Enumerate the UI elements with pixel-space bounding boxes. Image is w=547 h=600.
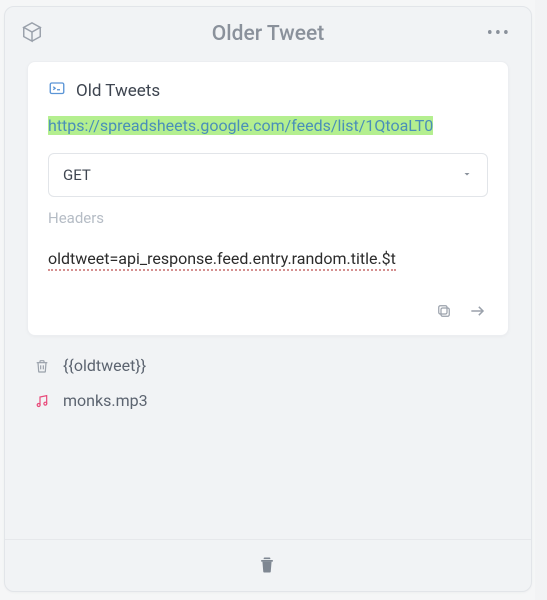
card-title: Old Tweets bbox=[76, 81, 160, 101]
chevron-down-icon bbox=[461, 166, 473, 184]
panel-body: Old Tweets https://spreadsheets.google.c… bbox=[5, 61, 531, 539]
cube-icon bbox=[21, 21, 43, 47]
headers-field[interactable]: Headers bbox=[48, 209, 488, 227]
music-icon bbox=[33, 392, 51, 410]
request-url[interactable]: https://spreadsheets.google.com/feeds/li… bbox=[48, 116, 488, 135]
expression-text: oldtweet=api_response.feed.entry.random.… bbox=[48, 249, 396, 271]
trash-icon bbox=[33, 357, 51, 375]
code-icon bbox=[48, 80, 66, 102]
list-item-label: monks.mp3 bbox=[63, 391, 148, 410]
workflow-panel: Older Tweet ••• Old Tweets https://sprea… bbox=[4, 6, 532, 592]
step-list: {{oldtweet}} monks.mp3 bbox=[27, 336, 509, 418]
headers-placeholder: Headers bbox=[48, 209, 104, 227]
panel-header: Older Tweet ••• bbox=[5, 7, 531, 61]
list-item[interactable]: monks.mp3 bbox=[33, 383, 503, 418]
duplicate-button[interactable] bbox=[434, 301, 454, 321]
card-actions bbox=[48, 301, 488, 321]
expression-row[interactable]: oldtweet=api_response.feed.entry.random.… bbox=[48, 249, 488, 301]
arrow-right-icon[interactable] bbox=[468, 301, 488, 321]
delete-button[interactable] bbox=[257, 555, 279, 577]
panel-footer bbox=[5, 539, 531, 591]
card-header: Old Tweets bbox=[48, 80, 488, 102]
list-item-label: {{oldtweet}} bbox=[63, 356, 146, 375]
panel-title: Older Tweet bbox=[5, 22, 531, 46]
http-request-card: Old Tweets https://spreadsheets.google.c… bbox=[27, 61, 509, 336]
background-overflow bbox=[535, 0, 547, 600]
more-options-button[interactable]: ••• bbox=[483, 21, 515, 47]
method-select[interactable]: GET bbox=[48, 153, 488, 197]
list-item[interactable]: {{oldtweet}} bbox=[33, 348, 503, 383]
method-value: GET bbox=[63, 166, 91, 184]
